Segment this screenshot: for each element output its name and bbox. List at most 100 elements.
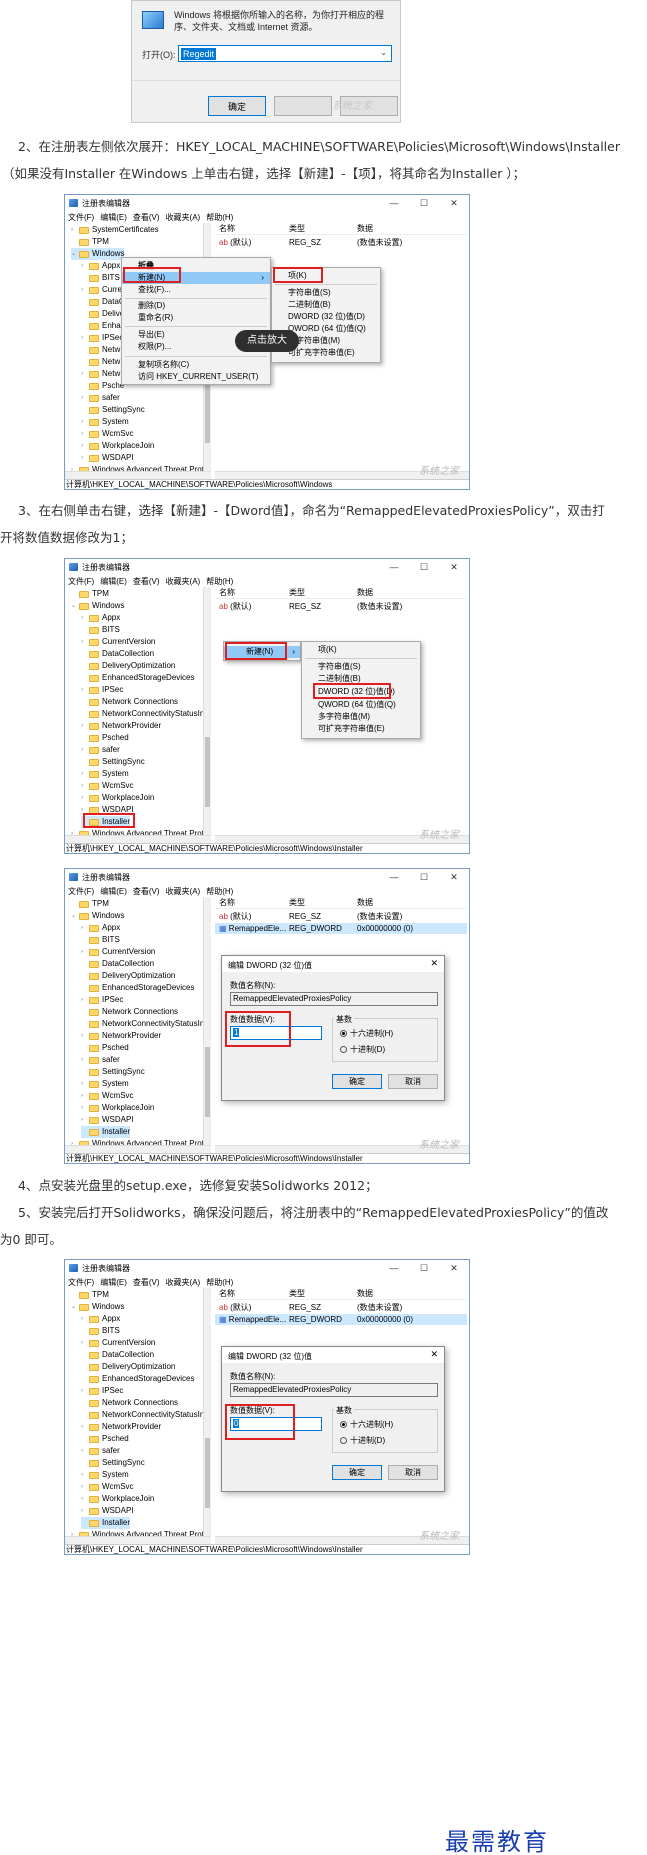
dec-radio[interactable]: 十进制(D) bbox=[340, 1044, 385, 1055]
tree-item[interactable]: › WcmSvc bbox=[81, 1481, 134, 1493]
menu-item-binary[interactable]: 二进制值(B) bbox=[272, 299, 380, 311]
tree-item[interactable]: › CurrentVersion bbox=[81, 946, 155, 958]
tree-item[interactable]: › Curre bbox=[81, 284, 122, 296]
tree-item-windows[interactable]: ⌄ Windows bbox=[71, 600, 124, 612]
tree-scrollbar[interactable] bbox=[203, 587, 211, 835]
tree-item[interactable]: › SystemCertificates bbox=[71, 224, 159, 236]
col-name[interactable]: 名称 bbox=[219, 223, 235, 234]
close-icon[interactable]: ✕ bbox=[430, 1349, 438, 1360]
list-item-dword[interactable]: ▦ RemappedEle... REG_DWORD 0x00000000 (0… bbox=[215, 1314, 467, 1325]
col-data[interactable]: 数据 bbox=[357, 1288, 373, 1299]
tree-item[interactable]: › WSDAPI bbox=[81, 1505, 134, 1517]
ok-button[interactable]: 确定 bbox=[208, 96, 266, 116]
tree-item[interactable]: TPM bbox=[71, 1289, 109, 1301]
ok-button[interactable]: 确定 bbox=[332, 1465, 382, 1480]
list-item-dword[interactable]: ▦ RemappedEle... REG_DWORD 0x00000000 (0… bbox=[215, 923, 467, 934]
menu-view[interactable]: 查看(V) bbox=[133, 576, 160, 587]
tree-item[interactable]: EnhancedStorageDevices bbox=[81, 1373, 195, 1385]
menu-favorites[interactable]: 收藏夹(A) bbox=[166, 886, 201, 897]
menu-item-string[interactable]: 字符串值(S) bbox=[302, 661, 420, 673]
tree-item[interactable]: › CurrentVersion bbox=[81, 1337, 155, 1349]
tree-item[interactable]: › WSDAPI bbox=[81, 452, 134, 464]
tree-item[interactable]: › Appx bbox=[81, 1313, 120, 1325]
tree-item[interactable]: BITS bbox=[81, 624, 120, 636]
tree-item[interactable]: › Netw bbox=[81, 368, 120, 380]
tree-item[interactable]: SettingSync bbox=[81, 756, 145, 768]
close-icon[interactable]: ✕ bbox=[439, 872, 469, 883]
tree-item[interactable]: › System bbox=[81, 1469, 129, 1481]
col-data[interactable]: 数据 bbox=[357, 587, 373, 598]
tree-item[interactable]: NetworkConnectivityStatusInc bbox=[81, 1409, 207, 1421]
menu-item-find[interactable]: 查找(F)... bbox=[122, 284, 270, 296]
tree-hscrollbar[interactable] bbox=[65, 471, 211, 479]
tree-item[interactable]: NetworkConnectivityStatusInc bbox=[81, 708, 207, 720]
close-icon[interactable]: ✕ bbox=[439, 1263, 469, 1274]
tree-item-installer[interactable]: Installer bbox=[81, 1517, 131, 1529]
tree-item[interactable]: › WcmSvc bbox=[81, 1090, 134, 1102]
tree-item[interactable]: › Appx bbox=[81, 260, 120, 272]
tree-item[interactable]: EnhancedStorageDevices bbox=[81, 672, 195, 684]
tree-item[interactable]: TPM bbox=[71, 588, 109, 600]
menu-help[interactable]: 帮助(H) bbox=[206, 212, 233, 223]
menu-favorites[interactable]: 收藏夹(A) bbox=[166, 1277, 201, 1288]
col-name[interactable]: 名称 bbox=[219, 587, 235, 598]
minimize-icon[interactable]: — bbox=[379, 562, 409, 572]
menu-edit[interactable]: 编辑(E) bbox=[100, 886, 127, 897]
tree-item[interactable]: Network Connections bbox=[81, 1006, 178, 1018]
tree-item[interactable]: › IPSec bbox=[81, 332, 123, 344]
col-name[interactable]: 名称 bbox=[219, 897, 235, 908]
tree-item[interactable]: BITS bbox=[81, 1325, 120, 1337]
menu-file[interactable]: 文件(F) bbox=[68, 1277, 94, 1288]
close-icon[interactable]: ✕ bbox=[439, 198, 469, 209]
tree-item[interactable]: › NetworkProvider bbox=[81, 1421, 161, 1433]
menu-view[interactable]: 查看(V) bbox=[133, 1277, 160, 1288]
chevron-down-icon[interactable]: ⌄ bbox=[380, 48, 387, 57]
menu-item-dword[interactable]: DWORD (32 位)值(D) bbox=[272, 311, 380, 323]
tree-item[interactable]: TPM bbox=[71, 236, 109, 248]
tree-item[interactable]: › safer bbox=[81, 1445, 120, 1457]
tree-scrollbar[interactable] bbox=[203, 1288, 211, 1536]
menu-item-goto-hkcu[interactable]: 访问 HKEY_CURRENT_USER(T) bbox=[122, 371, 270, 383]
tree-item[interactable]: › System bbox=[81, 1078, 129, 1090]
tree-item[interactable]: Psched bbox=[81, 1433, 129, 1445]
menu-item-key[interactable]: 项(K) bbox=[302, 644, 420, 656]
tree-item[interactable]: DeliveryOptimization bbox=[81, 660, 175, 672]
tree-item[interactable]: › WcmSvc bbox=[81, 428, 134, 440]
minimize-icon[interactable]: — bbox=[379, 872, 409, 882]
menu-edit[interactable]: 编辑(E) bbox=[100, 212, 127, 223]
maximize-icon[interactable]: ☐ bbox=[409, 562, 439, 573]
list-item[interactable]: ab (默认) REG_SZ (数值未设置) bbox=[215, 237, 467, 248]
tree-scrollbar[interactable] bbox=[203, 897, 211, 1145]
col-data[interactable]: 数据 bbox=[357, 897, 373, 908]
tree-item[interactable]: › Appx bbox=[81, 612, 120, 624]
tree-item[interactable]: DataC bbox=[81, 296, 125, 308]
list-item[interactable]: ab (默认) REG_SZ (数值未设置) bbox=[215, 1302, 467, 1313]
tree-item[interactable]: Network Connections bbox=[81, 1397, 178, 1409]
close-icon[interactable]: ✕ bbox=[430, 958, 438, 969]
col-data[interactable]: 数据 bbox=[357, 223, 373, 234]
tree-item[interactable]: › safer bbox=[81, 1054, 120, 1066]
minimize-icon[interactable]: — bbox=[379, 1263, 409, 1273]
tree-item[interactable]: DeliveryOptimization bbox=[81, 970, 175, 982]
tree-item[interactable]: DeliveryOptimization bbox=[81, 1361, 175, 1373]
tree-hscrollbar[interactable] bbox=[65, 1145, 211, 1153]
tree-item[interactable]: Psched bbox=[81, 732, 129, 744]
tree-item[interactable]: EnhancedStorageDevices bbox=[81, 982, 195, 994]
menu-item-multistring[interactable]: 多字符串值(M) bbox=[302, 711, 420, 723]
tree-item[interactable]: Network Connections bbox=[81, 696, 178, 708]
tree-item[interactable]: SettingSync bbox=[81, 1066, 145, 1078]
maximize-icon[interactable]: ☐ bbox=[409, 1263, 439, 1274]
tree-item[interactable]: › WcmSvc bbox=[81, 780, 134, 792]
menu-item-qword[interactable]: QWORD (64 位)值(Q) bbox=[302, 699, 420, 711]
ok-button[interactable]: 确定 bbox=[332, 1074, 382, 1089]
tree-item[interactable]: › WorkplaceJoin bbox=[81, 1102, 154, 1114]
close-icon[interactable]: ✕ bbox=[439, 562, 469, 573]
hex-radio[interactable]: 十六进制(H) bbox=[340, 1028, 393, 1039]
maximize-icon[interactable]: ☐ bbox=[409, 198, 439, 209]
tree-item[interactable]: › IPSec bbox=[81, 994, 123, 1006]
menu-item-rename[interactable]: 重命名(R) bbox=[122, 312, 270, 324]
tree-item[interactable]: › NetworkProvider bbox=[81, 720, 161, 732]
tree-item[interactable]: Netw bbox=[81, 356, 120, 368]
tree-item[interactable]: › WorkplaceJoin bbox=[81, 440, 154, 452]
tree-item[interactable]: › WorkplaceJoin bbox=[81, 792, 154, 804]
